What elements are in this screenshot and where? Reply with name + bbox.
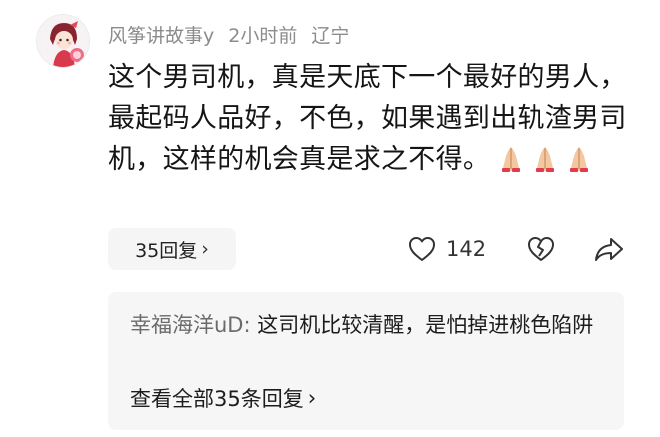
reply-preview: 幸福海洋uD: 这司机比较清醒，是怕掉进桃色陷阱 [130, 310, 600, 341]
view-all-replies-link[interactable]: 查看全部35条回复 › [130, 383, 316, 413]
reply-preview-box[interactable]: 幸福海洋uD: 这司机比较清醒，是怕掉进桃色陷阱 查看全部35条回复 › [108, 292, 624, 430]
avatar[interactable] [36, 14, 90, 68]
share-arrow-icon [595, 238, 623, 261]
reply-separator: : [243, 313, 258, 337]
like-count: 142 [446, 237, 487, 261]
comment-body: 这个男司机，真是天底下一个最好的男人，最起码人品好，不色，如果遇到出轨渣男司机，… [108, 57, 628, 180]
comment-username[interactable]: 风筝讲故事y [108, 21, 214, 48]
like-button[interactable]: 142 [408, 232, 486, 266]
comment-time: 2小时前 [228, 24, 298, 47]
broken-heart-icon [528, 237, 554, 261]
replies-label: 35回复 [135, 239, 198, 262]
share-button[interactable] [592, 232, 626, 266]
view-all-label: 查看全部35条回复 [130, 387, 304, 411]
reply-text: 这司机比较清醒，是怕掉进桃色陷阱 [257, 313, 594, 337]
emoji-row [496, 144, 594, 174]
praying-hands-icon [536, 147, 555, 172]
avatar-illustration [37, 15, 89, 67]
comment-location: 辽宁 [311, 24, 350, 47]
dislike-button[interactable] [526, 232, 556, 266]
reply-username[interactable]: 幸福海洋uD [130, 313, 243, 337]
comment-meta: 风筝讲故事y 2小时前 辽宁 [108, 20, 349, 48]
praying-hands-icon [570, 147, 589, 172]
heart-outline-icon [409, 237, 435, 261]
praying-hands-icon [502, 147, 521, 172]
replies-button[interactable]: 35回复 › [108, 228, 236, 270]
chevron-right-icon: › [307, 386, 317, 410]
chevron-right-icon: › [201, 238, 209, 260]
